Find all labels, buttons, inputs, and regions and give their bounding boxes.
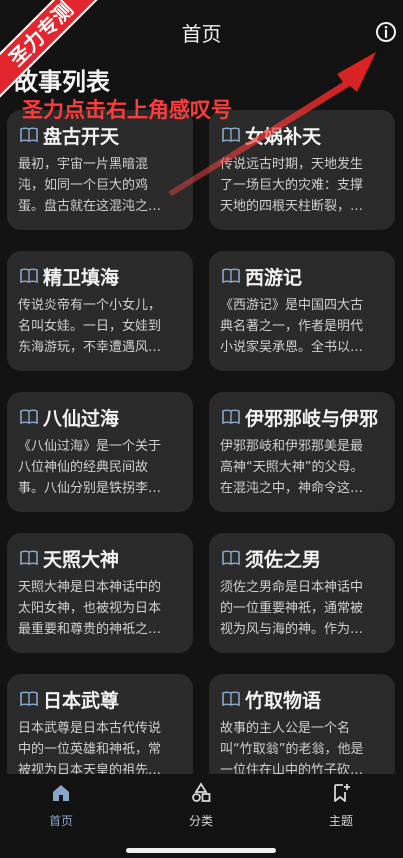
story-card[interactable]: 天照大神 天照大神是日本神话中的 太阳女神，也被视为日本 最重要和尊贵的神祇之…: [7, 533, 193, 653]
tab-bar: 首页 分类 主题: [0, 774, 403, 858]
book-icon: [20, 550, 38, 566]
book-icon: [20, 691, 38, 707]
tab-label: 首页: [48, 814, 73, 828]
tab-theme[interactable]: 主题: [301, 782, 381, 829]
story-card[interactable]: 八仙过海 《八仙过海》是一个关于 八位神仙的经典民间故 事。八仙分别是铁拐李…: [7, 392, 193, 512]
story-summary: 伊邪那岐和伊邪那美是最 高神“天照大神”的父母。 在混沌之中，神命令这…: [220, 439, 364, 496]
story-card[interactable]: 西游记 《西游记》是中国四大古 典名著之一，作者是明代 小说家吴承恩。全书以…: [209, 251, 395, 371]
book-icon: [222, 550, 240, 566]
home-icon: [53, 785, 69, 801]
story-title: 盘古开天: [43, 125, 120, 148]
book-icon: [20, 409, 38, 425]
story-summary: 故事的主人公是一个名 叫“竹取翁”的老翁，他是 一位住在山中的竹子砍…: [220, 721, 364, 778]
story-summary: 传说远古时期，天地发生 了一场巨大的灾难：支撑 天地的四根天柱断裂，…: [220, 157, 364, 214]
story-title: 须佐之男: [245, 548, 322, 571]
tab-home[interactable]: 首页: [21, 782, 101, 829]
book-icon: [20, 268, 38, 284]
story-summary: 须佐之男命是日本神话中 的一位重要神祇，通常被 视为风与海的神。作为…: [220, 580, 364, 637]
info-icon[interactable]: [374, 20, 398, 44]
book-icon: [222, 691, 240, 707]
tab-label: 主题: [328, 814, 353, 828]
story-summary: 《八仙过海》是一个关于 八位神仙的经典民间故 事。八仙分别是铁拐李…: [18, 439, 162, 496]
annotation-text: 圣力点击右上角感叹号: [22, 98, 232, 122]
book-icon: [222, 268, 240, 284]
bookmark-plus-icon: [334, 784, 350, 802]
tab-label: 分类: [188, 814, 213, 828]
story-summary: 传说炎帝有一个小女儿， 名叫女娃。一日，女娃到 东海游玩，不幸遭遇风…: [18, 298, 162, 355]
story-card[interactable]: 盘古开天 最初，宇宙一片黑暗混 沌，如同一个巨大的鸡 蛋。盘古就在这混沌之…: [7, 110, 193, 230]
story-summary: 《西游记》是中国四大古 典名著之一，作者是明代 小说家吴承恩。全书以…: [220, 298, 364, 355]
story-title: 日本武尊: [43, 689, 120, 712]
story-title: 八仙过海: [43, 407, 120, 430]
story-title: 女娲补天: [245, 125, 322, 148]
book-icon: [222, 409, 240, 425]
story-summary: 天照大神是日本神话中的 太阳女神，也被视为日本 最重要和尊贵的神祇之…: [18, 580, 162, 637]
book-icon: [20, 127, 38, 143]
story-summary: 日本武尊是日本古代传说 中的一位英雄和神祇，常 被视为日本天皇的祖先…: [18, 721, 162, 778]
story-title: 西游记: [245, 266, 303, 289]
story-card[interactable]: 女娲补天 传说远古时期，天地发生 了一场巨大的灾难：支撑 天地的四根天柱断裂，…: [209, 110, 395, 230]
story-title: 竹取物语: [245, 689, 322, 712]
tab-category[interactable]: 分类: [161, 782, 241, 829]
story-card[interactable]: 须佐之男 须佐之男命是日本神话中 的一位重要神祇，通常被 视为风与海的神。作为…: [209, 533, 395, 653]
story-summary: 最初，宇宙一片黑暗混 沌，如同一个巨大的鸡 蛋。盘古就在这混沌之…: [18, 157, 162, 214]
shapes-icon: [192, 782, 211, 802]
story-card[interactable]: 伊邪那岐与伊邪 伊邪那岐和伊邪那美是最 高神“天照大神”的父母。 在混沌之中，神命令…: [209, 392, 395, 512]
story-card[interactable]: 精卫填海 传说炎帝有一个小女儿， 名叫女娃。一日，女娃到 东海游玩，不幸遭遇风…: [7, 251, 193, 371]
home-indicator: [126, 848, 276, 853]
story-title: 天照大神: [43, 548, 120, 571]
story-title: 伊邪那岐与伊邪: [245, 407, 379, 430]
book-icon: [222, 127, 240, 143]
story-title: 精卫填海: [43, 266, 120, 289]
